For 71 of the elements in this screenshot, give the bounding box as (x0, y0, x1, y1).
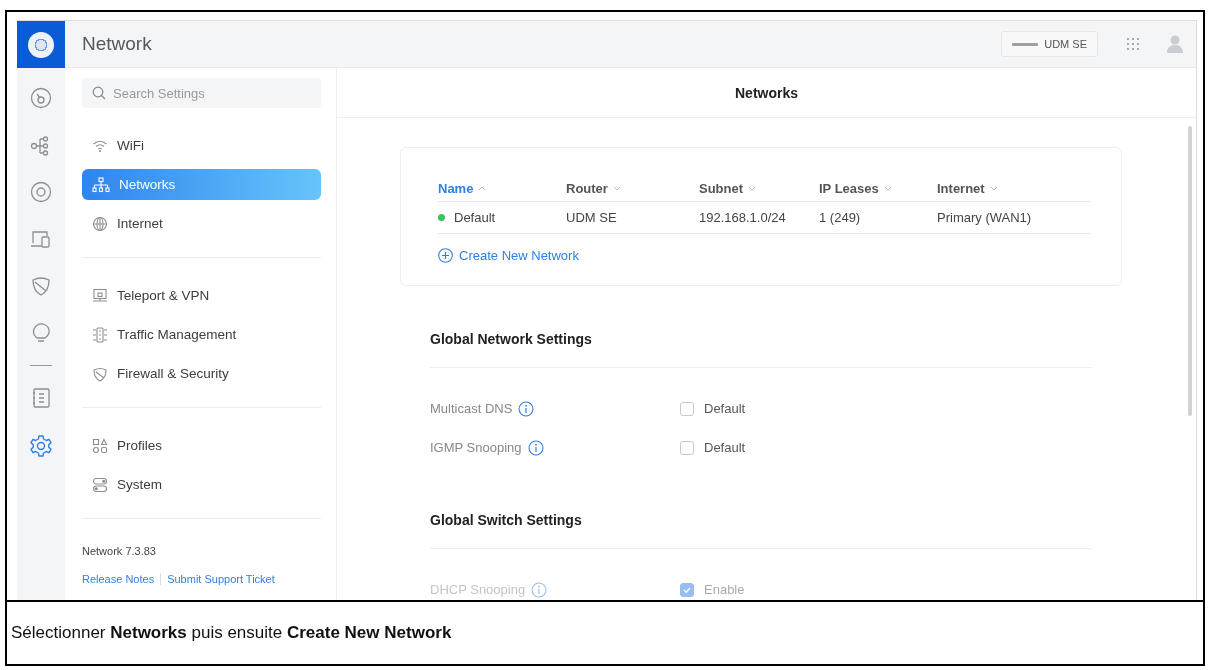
settings-icon (29, 434, 53, 458)
checkbox-label: Enable (704, 582, 745, 597)
checkbox-label: Default (704, 440, 746, 455)
checkbox[interactable] (680, 401, 694, 416)
globe-icon (92, 215, 108, 232)
sidebar-item[interactable]: Traffic Management (82, 319, 321, 350)
nav-rail-button[interactable] (30, 322, 52, 344)
info-icon[interactable] (531, 581, 548, 598)
column-header[interactable]: Name (438, 180, 566, 196)
page-title: Networks (735, 84, 798, 101)
info-icon[interactable] (518, 400, 535, 417)
footer-link[interactable]: Submit Support Ticket (167, 573, 275, 585)
section-heading: Global Switch Settings (430, 512, 582, 528)
traffic-light-icon (92, 326, 108, 343)
nav-rail-button[interactable] (30, 228, 52, 250)
toggles-icon (92, 476, 108, 493)
shield-icon (92, 365, 108, 382)
sidebar-item[interactable]: Firewall & Security (82, 358, 321, 389)
sidebar-item[interactable]: System (82, 469, 321, 500)
column-header[interactable]: Router (566, 180, 699, 196)
nav-rail-button[interactable] (29, 434, 53, 458)
app-title: Network (82, 33, 153, 55)
table-cell-text: 1 (249) (819, 210, 862, 225)
bulb-icon (30, 322, 52, 344)
sidebar-item[interactable]: WiFi (82, 130, 321, 161)
sidebar-item[interactable]: Internet (82, 208, 321, 239)
setting-label: Multicast DNS (430, 401, 513, 416)
footer-link[interactable]: Release Notes (82, 573, 155, 585)
plus-circle-icon (438, 248, 453, 263)
column-header[interactable]: Internet (937, 180, 1091, 196)
sort-caret-icon (748, 185, 757, 191)
table-cell-text: UDM SE (566, 210, 618, 225)
table-cell-text: 192.168.1.0/24 (699, 210, 787, 225)
nav-rail-button[interactable] (30, 181, 52, 203)
sort-caret-icon (612, 185, 621, 191)
laptop-phone-icon (30, 228, 52, 250)
table-cell[interactable]: Default (454, 210, 496, 225)
avatar-icon[interactable] (1166, 34, 1184, 54)
search-icon (92, 86, 106, 100)
nav-rail-button[interactable] (30, 275, 52, 297)
section-heading: Global Network Settings (430, 331, 592, 347)
sidebar-item[interactable]: Teleport & VPN (82, 280, 321, 311)
app-grid-icon[interactable] (1126, 37, 1140, 51)
dashboard-icon (30, 87, 52, 109)
caption-text: Sélectionner Networks puis ensuite Create New Network (11, 623, 452, 643)
sort-caret-icon (883, 185, 892, 191)
sort-caret-icon (478, 185, 487, 191)
column-header[interactable]: IP Leases (819, 180, 937, 196)
checkbox-label: Default (704, 401, 746, 416)
shield-icon (30, 275, 52, 297)
search-field[interactable]: Search Settings (82, 78, 321, 108)
device-selector[interactable]: UDM SE (1001, 31, 1098, 57)
table-cell-text: Primary (WAN1) (937, 210, 1033, 225)
info-icon[interactable] (527, 439, 544, 456)
nav-rail-button[interactable] (30, 87, 52, 109)
setting-label: IGMP Snooping (430, 440, 522, 455)
nav-rail-button[interactable] (30, 387, 52, 409)
device-icon (30, 181, 52, 203)
shapes-icon (92, 437, 108, 454)
app-logo[interactable] (28, 31, 54, 58)
scrollbar[interactable] (1188, 126, 1192, 416)
version-text: Network 7.3.83 (82, 545, 157, 557)
sort-caret-icon (989, 185, 998, 191)
column-header[interactable]: Subnet (699, 180, 819, 196)
sidebar-item[interactable]: Profiles (82, 430, 321, 461)
checkbox[interactable] (680, 440, 694, 455)
create-network-link[interactable]: Create New Network (438, 248, 579, 263)
notebook-icon (30, 387, 52, 409)
network-tree-icon (92, 176, 110, 193)
monitor-icon (92, 287, 108, 304)
setting-label: DHCP Snooping (430, 582, 526, 597)
